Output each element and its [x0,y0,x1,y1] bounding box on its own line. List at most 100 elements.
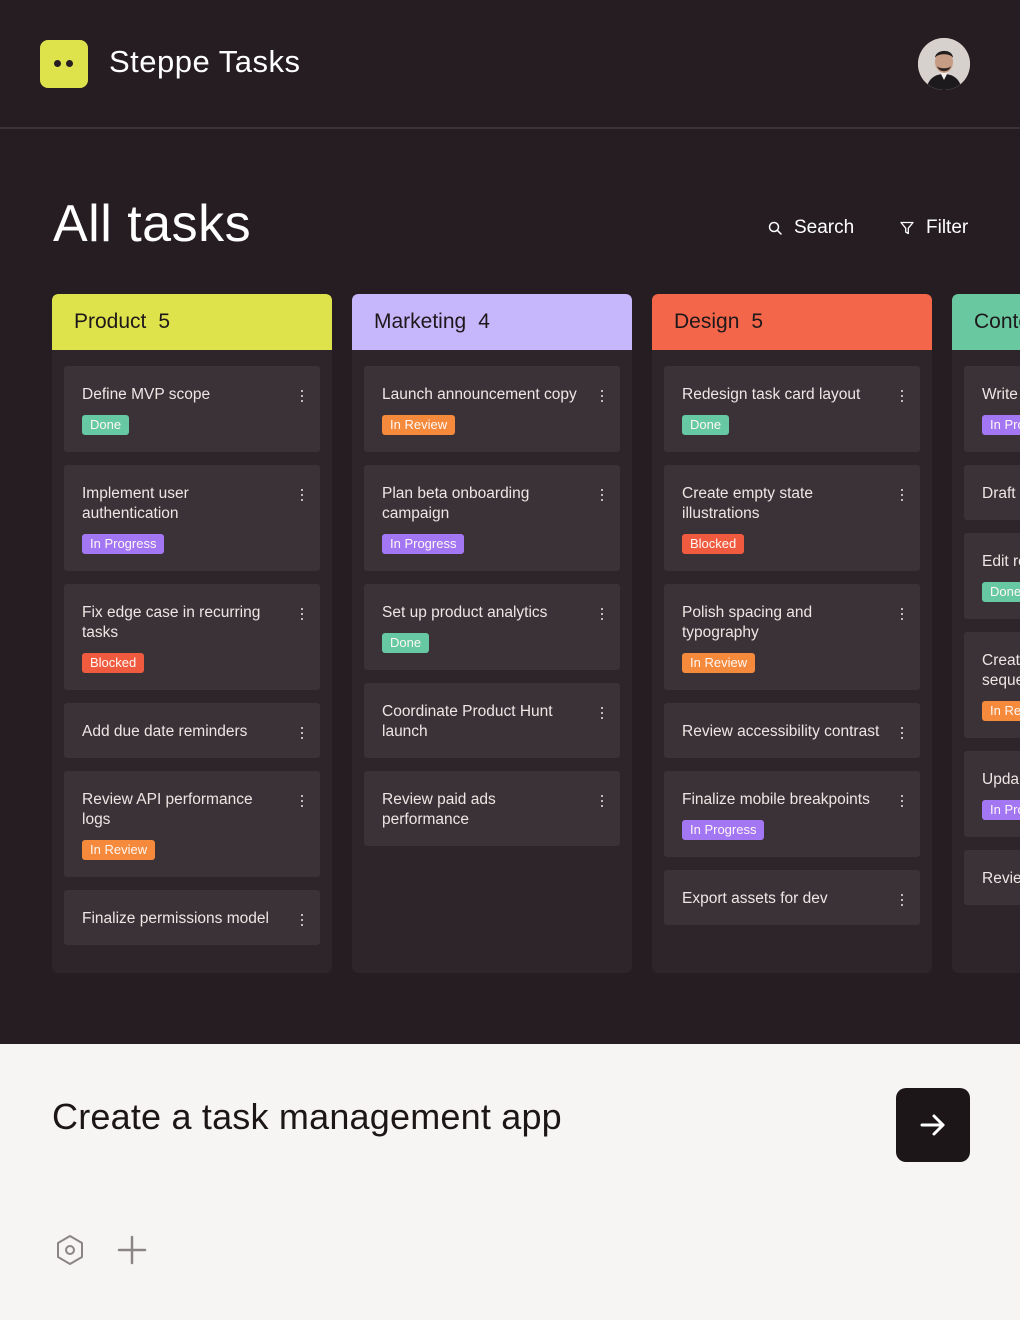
task-card[interactable]: Review paid ads performance [364,771,620,846]
more-icon[interactable] [300,489,304,501]
task-title: Export assets for dev [682,890,828,907]
search-label: Search [794,217,855,238]
task-card[interactable]: Launch announcement copy In Review [364,366,620,452]
column-header-product[interactable]: Product 5 [52,294,332,350]
status-badge: In Review [682,653,756,673]
task-card[interactable]: Draft [964,465,1020,520]
task-title: Write [982,386,1018,403]
task-card[interactable]: Creat seque In Re [964,632,1020,738]
task-title: Review paid ads performance [382,791,496,828]
more-icon[interactable] [300,727,304,739]
task-card[interactable]: Edit re Done [964,533,1020,619]
plus-icon [117,1235,147,1265]
status-badge: In Progress [382,534,465,554]
status-badge: Done [982,582,1020,602]
task-card[interactable]: Write In Pro [964,366,1020,452]
column-title: Design [674,310,740,333]
column-product: Product 5 Define MVP scope Done Implemen… [52,294,332,973]
column-header-design[interactable]: Design 5 [652,294,932,350]
top-bar: Steppe Tasks [0,0,1020,129]
column-marketing: Marketing 4 Launch announcement copy In … [352,294,632,973]
column-count: 4 [478,310,490,333]
arrow-right-icon [920,1114,945,1136]
column-count: 5 [158,310,171,333]
board-app: Steppe Tasks All tasks Search Filter Pro… [0,0,1020,1044]
more-icon[interactable] [600,489,604,501]
avatar-image [918,38,970,90]
more-icon[interactable] [900,795,904,807]
task-title: Launch announcement copy [382,386,577,403]
column-design: Design 5 Redesign task card layout Done … [652,294,932,973]
search-button[interactable]: Search [768,217,854,239]
task-title: Polish spacing and typography [682,604,813,641]
task-title: Coordinate Product Hunt launch [382,703,553,740]
status-badge: Done [382,633,430,653]
column-title: Marketing [374,310,467,333]
status-badge: In Re [982,701,1020,721]
task-card[interactable]: Fix edge case in recurring tasks Blocked [64,584,320,690]
task-card[interactable]: Revie [964,850,1020,905]
more-icon[interactable] [900,390,904,402]
task-card[interactable]: Finalize mobile breakpoints In Progress [664,771,920,857]
task-card[interactable]: Coordinate Product Hunt launch [364,683,620,758]
page-title: All tasks [53,195,252,253]
task-card[interactable]: Finalize permissions model [64,890,320,945]
user-avatar[interactable] [918,38,970,90]
status-badge: In Review [82,840,156,860]
logo-eye-right [66,60,73,67]
status-badge: Done [682,415,730,435]
task-card[interactable]: Export assets for dev [664,870,920,925]
task-card[interactable]: Add due date reminders [64,703,320,758]
status-badge: Blocked [682,534,745,554]
task-card[interactable]: Implement user authentication In Progres… [64,465,320,571]
task-card[interactable]: Polish spacing and typography In Review [664,584,920,690]
more-icon[interactable] [900,608,904,620]
column-header-marketing[interactable]: Marketing 4 [352,294,632,350]
app-title: Steppe Tasks [109,44,301,79]
task-card[interactable]: Upda In Pro [964,751,1020,837]
task-title: Plan beta onboarding campaign [382,485,530,522]
more-icon[interactable] [900,489,904,501]
more-icon[interactable] [300,795,304,807]
more-icon[interactable] [600,608,604,620]
more-icon[interactable] [600,390,604,402]
more-icon[interactable] [600,795,604,807]
task-title: Revie [982,870,1020,887]
more-icon[interactable] [600,707,604,719]
app-logo[interactable] [40,40,88,88]
add-button[interactable] [116,1234,148,1266]
task-title: Redesign task card layout [682,386,861,403]
filter-button[interactable]: Filter [900,217,968,239]
prompt-text[interactable]: Create a task management app [52,1096,562,1138]
task-card[interactable]: Redesign task card layout Done [664,366,920,452]
search-icon [768,221,782,235]
status-badge: In Pro [982,800,1020,820]
task-card[interactable]: Create empty state illustrations Blocked [664,465,920,571]
more-icon[interactable] [300,390,304,402]
task-card[interactable]: Define MVP scope Done [64,366,320,452]
task-card[interactable]: Review accessibility contrast [664,703,920,758]
task-title: Finalize mobile breakpoints [682,791,870,808]
more-icon[interactable] [900,727,904,739]
status-badge: Blocked [82,653,145,673]
status-badge: In Progress [682,820,765,840]
column-title: Conte [974,310,1020,333]
task-card[interactable]: Set up product analytics Done [364,584,620,670]
more-icon[interactable] [900,894,904,906]
column-title: Product [74,310,147,333]
task-title: Review API performance logs [82,791,253,828]
column-content: Conte Write In Pro Draft Edit re Done Cr… [952,294,1020,973]
send-button[interactable] [896,1088,970,1162]
task-card[interactable]: Review API performance logs In Review [64,771,320,877]
task-title: Define MVP scope [82,386,211,403]
task-card[interactable]: Plan beta onboarding campaign In Progres… [364,465,620,571]
status-badge: Done [82,415,130,435]
task-title: Finalize permissions model [82,910,269,927]
filter-label: Filter [926,217,969,238]
settings-icon [57,1235,83,1265]
more-icon[interactable] [300,608,304,620]
column-header-content[interactable]: Conte [952,294,1020,350]
status-badge: In Pro [982,415,1020,435]
more-icon[interactable] [300,914,304,926]
settings-button[interactable] [54,1234,86,1266]
